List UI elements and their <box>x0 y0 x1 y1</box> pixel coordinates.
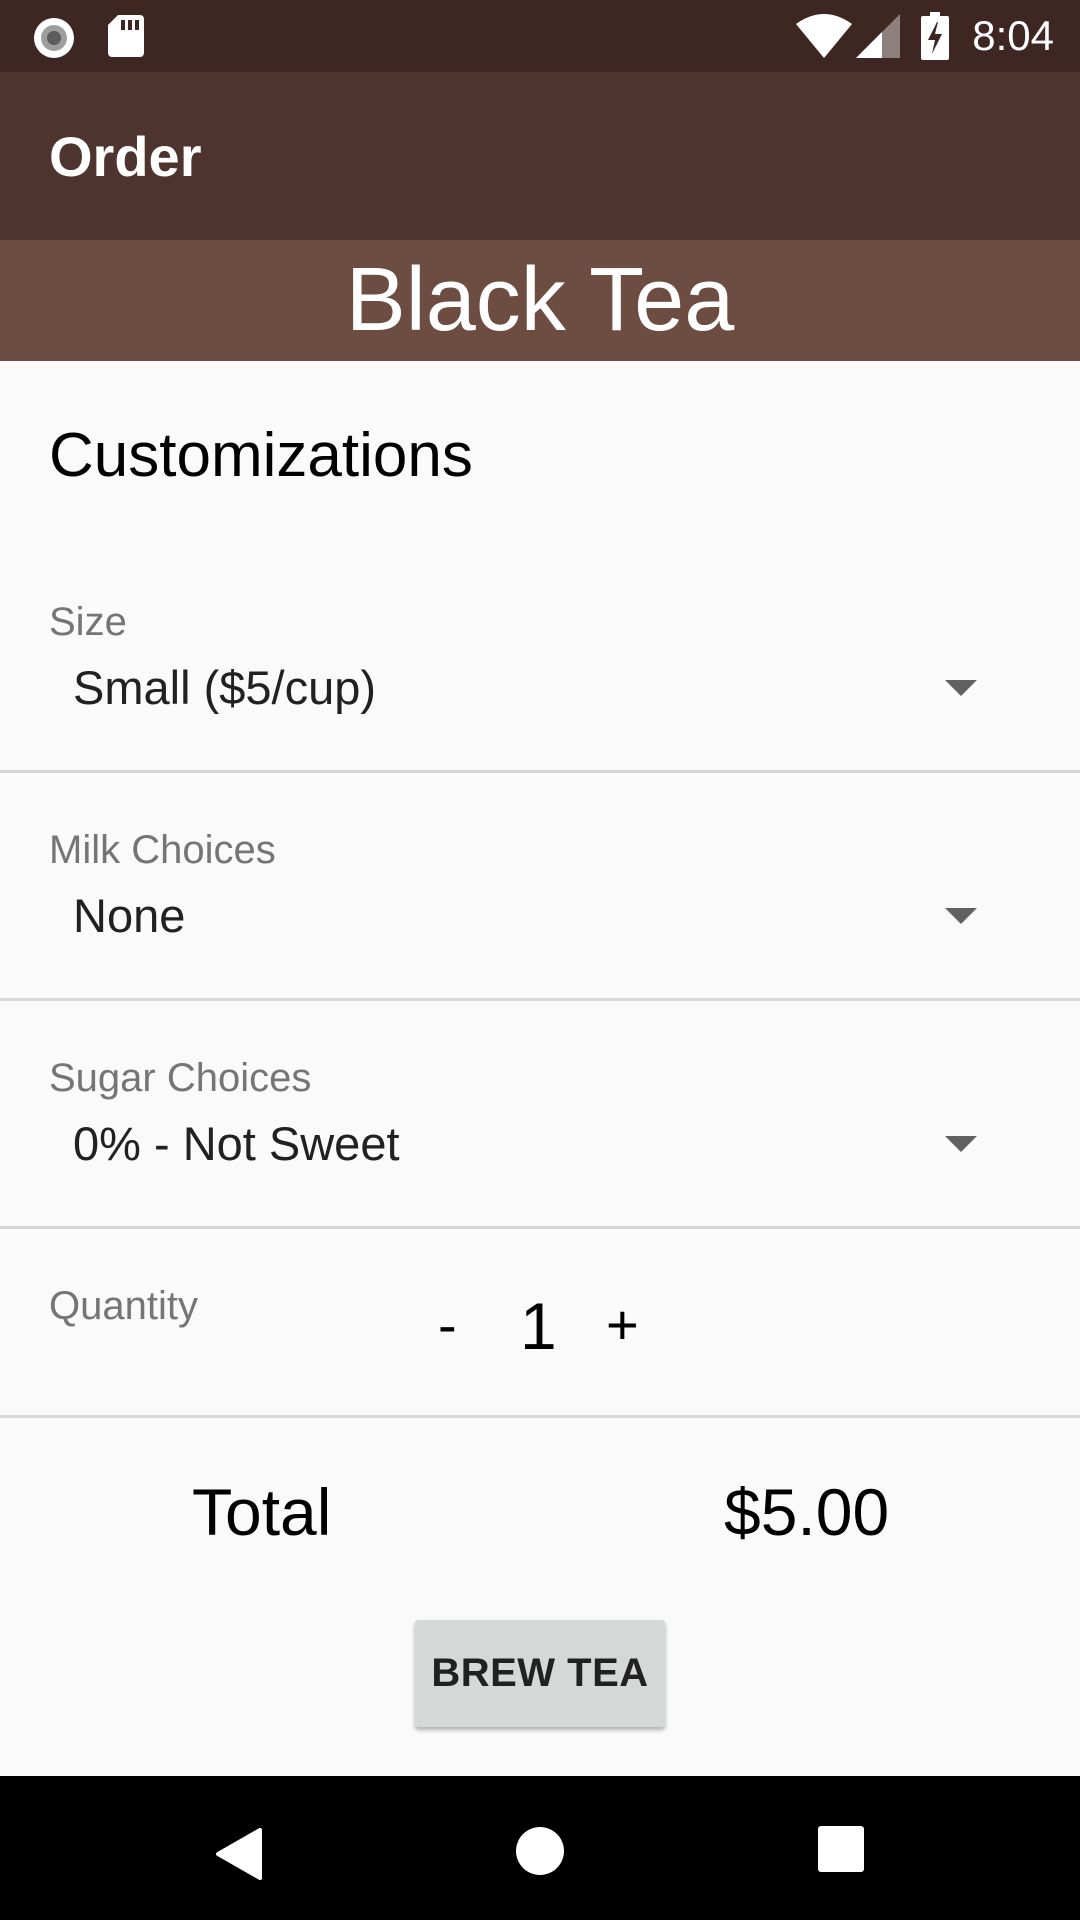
milk-value: None <box>73 889 186 942</box>
sugar-label: Sugar Choices <box>49 1056 312 1100</box>
home-icon[interactable] <box>515 1826 565 1876</box>
chevron-down-icon <box>945 1136 977 1152</box>
navigation-bar <box>0 1776 1080 1920</box>
sugar-dropdown[interactable]: Sugar Choices 0% - Not Sweet <box>0 1056 1080 1226</box>
quantity-value: 1 <box>520 1289 557 1363</box>
app-bar: Order <box>0 72 1080 240</box>
status-time: 8:04 <box>972 12 1054 59</box>
size-dropdown[interactable]: Size Small ($5/cup) <box>0 600 1080 770</box>
quantity-decrement-button[interactable]: - <box>438 1292 457 1357</box>
size-label: Size <box>49 600 127 644</box>
status-bar: 8:04 <box>0 0 1080 72</box>
brew-tea-button[interactable]: BREW TEA <box>415 1620 665 1727</box>
divider <box>0 1226 1080 1229</box>
divider <box>0 998 1080 1001</box>
size-value: Small ($5/cup) <box>73 661 376 714</box>
divider <box>0 770 1080 773</box>
tea-name: Black Tea <box>345 250 735 350</box>
record-icon <box>34 18 74 58</box>
customizations-title: Customizations <box>49 421 473 490</box>
quantity-increment-button[interactable]: + <box>606 1292 639 1357</box>
chevron-down-icon <box>945 908 977 924</box>
battery-charging-icon <box>921 12 949 60</box>
milk-dropdown[interactable]: Milk Choices None <box>0 828 1080 998</box>
total-label: Total <box>192 1475 332 1549</box>
back-icon[interactable] <box>214 1828 262 1880</box>
tea-banner: Black Tea <box>0 240 1080 361</box>
sugar-value: 0% - Not Sweet <box>73 1117 400 1170</box>
wifi-icon <box>796 14 852 58</box>
cell-signal-icon <box>856 14 900 58</box>
milk-label: Milk Choices <box>49 828 276 872</box>
divider <box>0 1415 1080 1418</box>
recents-icon[interactable] <box>818 1826 864 1872</box>
chevron-down-icon <box>945 680 977 696</box>
sd-card-icon <box>108 15 144 57</box>
app-title: Order <box>49 125 202 188</box>
quantity-label: Quantity <box>49 1284 198 1328</box>
total-value: $5.00 <box>724 1475 890 1549</box>
